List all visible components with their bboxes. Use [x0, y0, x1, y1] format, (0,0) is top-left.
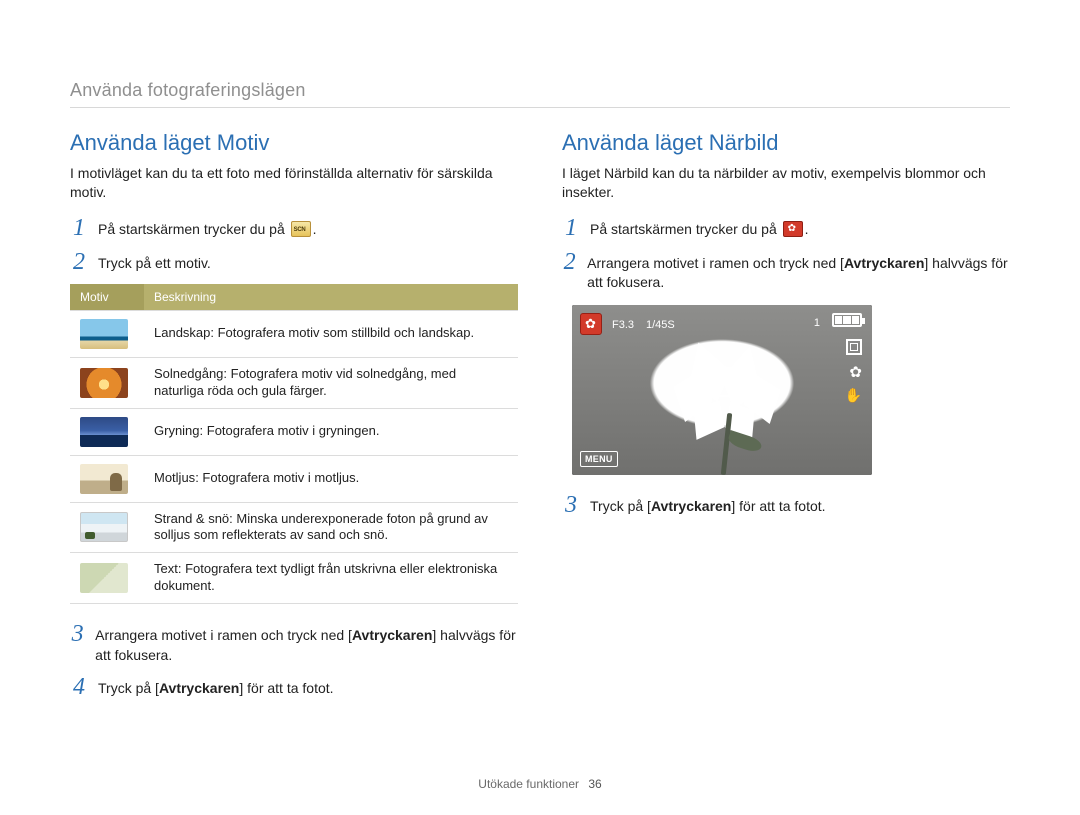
- step-text: På startskärmen trycker du på: [98, 221, 285, 237]
- macro-mode-icon: [783, 221, 803, 237]
- hud-macro-icon: [849, 363, 862, 381]
- step-text-post: .: [313, 221, 317, 237]
- step-number: 2: [562, 250, 577, 274]
- step-number: 1: [70, 216, 88, 240]
- intro-motiv: I motivläget kan du ta ett foto med föri…: [70, 164, 518, 202]
- thumb-motljus-icon: [80, 464, 128, 494]
- step-text: Tryck på [: [98, 680, 159, 696]
- row-desc: : Fotografera text tydligt från utskrivn…: [154, 561, 497, 593]
- scn-mode-icon: [291, 221, 311, 237]
- table-row: Motljus: Fotografera motiv i motljus.: [70, 455, 518, 502]
- col-narbild: Använda läget Närbild I läget Närbild ka…: [562, 130, 1010, 709]
- step-1: 1 På startskärmen trycker du på .: [562, 216, 1010, 240]
- shutter-label: Avtryckaren: [159, 680, 239, 696]
- step-number: 4: [70, 675, 88, 699]
- focus-indicator-icon: [702, 367, 738, 397]
- step-number: 1: [562, 216, 580, 240]
- intro-narbild: I läget Närbild kan du ta närbilder av m…: [562, 164, 1010, 202]
- row-title: Landskap: [154, 325, 210, 340]
- thumb-strand-icon: [80, 512, 128, 542]
- hud-stabilizer-icon: [845, 387, 862, 404]
- camera-preview: F3.3 1/45S 1 MENU: [572, 305, 872, 475]
- hud-metering-icon: [846, 339, 862, 355]
- thumb-landskap-icon: [80, 319, 128, 349]
- thumb-solnedgang-icon: [80, 368, 128, 398]
- step-number: 2: [70, 250, 88, 274]
- row-title: Strand & snö: [154, 511, 229, 526]
- motiv-table: Motiv Beskrivning Landskap: Fotografera …: [70, 284, 518, 604]
- hud-mode-macro-icon: [580, 313, 602, 335]
- col-motiv: Använda läget Motiv I motivläget kan du …: [70, 130, 518, 709]
- hud-aperture: F3.3: [612, 319, 634, 331]
- thumb-gryning-icon: [80, 417, 128, 447]
- heading-motiv: Använda läget Motiv: [70, 130, 518, 156]
- step-number: 3: [70, 622, 85, 646]
- step-text-post: ] för att ta fotot.: [239, 680, 333, 696]
- step-text: Arrangera motivet i ramen och tryck ned …: [95, 627, 352, 643]
- step-3: 3 Arrangera motivet i ramen och tryck ne…: [70, 622, 518, 665]
- step-number: 3: [562, 493, 580, 517]
- step-text-post: ] för att ta fotot.: [731, 498, 825, 514]
- row-desc: : Fotografera motiv i motljus.: [195, 470, 359, 485]
- row-title: Motljus: [154, 470, 195, 485]
- footer-label: Utökade funktioner: [478, 777, 579, 791]
- hud-battery-icon: [832, 313, 862, 327]
- step-2: 2 Tryck på ett motiv.: [70, 250, 518, 274]
- divider: [70, 107, 1010, 108]
- step-text: Tryck på [: [590, 498, 651, 514]
- heading-narbild: Använda läget Närbild: [562, 130, 1010, 156]
- section-breadcrumb: Använda fotograferingslägen: [70, 80, 1010, 101]
- hud-shot-count: 1: [814, 317, 820, 329]
- row-desc: : Fotografera motiv som stillbild och la…: [210, 325, 474, 340]
- thumb-text-icon: [80, 563, 128, 593]
- row-title: Solnedgång: [154, 366, 223, 381]
- hud-shutter: 1/45S: [646, 319, 675, 331]
- shutter-label: Avtryckaren: [352, 627, 432, 643]
- step-text: På startskärmen trycker du på: [590, 221, 777, 237]
- step-text: Arrangera motivet i ramen och tryck ned …: [587, 255, 844, 271]
- hud-menu-button[interactable]: MENU: [580, 451, 618, 467]
- th-beskrivning: Beskrivning: [144, 284, 518, 311]
- page-footer: Utökade funktioner 36: [0, 777, 1080, 791]
- th-motiv: Motiv: [70, 284, 144, 311]
- footer-page-number: 36: [588, 777, 601, 791]
- table-row: Text: Fotografera text tydligt från utsk…: [70, 553, 518, 604]
- table-row: Landskap: Fotografera motiv som stillbil…: [70, 310, 518, 357]
- step-2: 2 Arrangera motivet i ramen och tryck ne…: [562, 250, 1010, 293]
- row-title: Text: [154, 561, 178, 576]
- row-title: Gryning: [154, 423, 200, 438]
- table-row: Strand & snö: Minska underexponerade fot…: [70, 502, 518, 553]
- shutter-label: Avtryckaren: [651, 498, 731, 514]
- table-row: Gryning: Fotografera motiv i gryningen.: [70, 408, 518, 455]
- row-desc: : Fotografera motiv i gryningen.: [200, 423, 380, 438]
- shutter-label: Avtryckaren: [844, 255, 924, 271]
- step-4: 4 Tryck på [Avtryckaren] för att ta foto…: [70, 675, 518, 699]
- step-3: 3 Tryck på [Avtryckaren] för att ta foto…: [562, 493, 1010, 517]
- step-1: 1 På startskärmen trycker du på .: [70, 216, 518, 240]
- table-row: Solnedgång: Fotografera motiv vid solned…: [70, 357, 518, 408]
- step-text: Tryck på ett motiv.: [98, 250, 211, 274]
- step-text-post: .: [805, 221, 809, 237]
